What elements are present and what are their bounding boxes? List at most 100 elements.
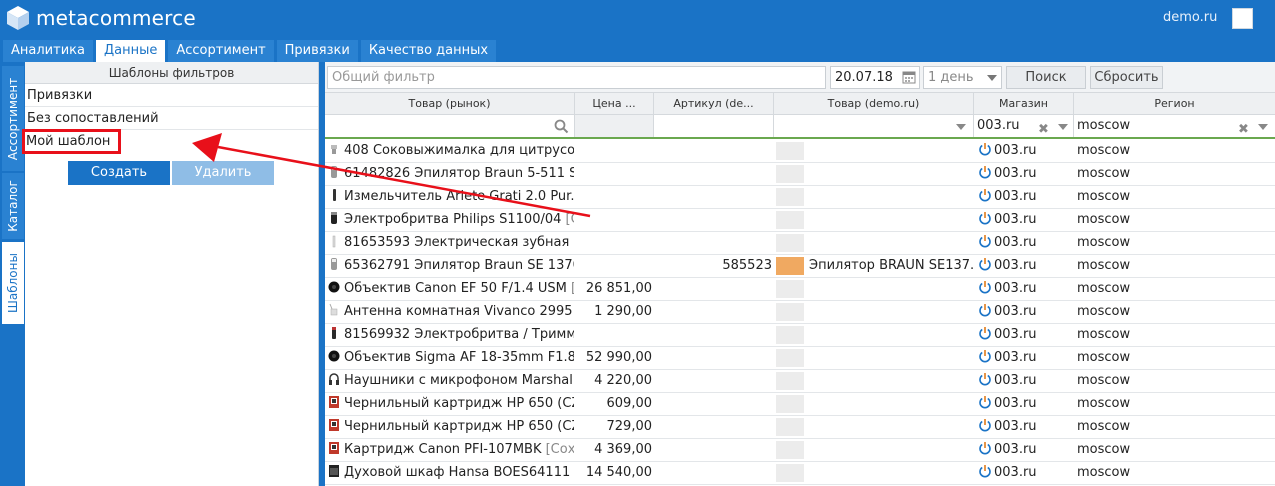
filter-price[interactable]	[575, 115, 654, 137]
table-row[interactable]: Измельчитель Ariete Grati 2.0 Pur... 003.…	[325, 186, 1275, 209]
cell-shop[interactable]: 003.ru	[975, 186, 1073, 208]
cell-image[interactable]	[776, 324, 804, 346]
vtab-templates[interactable]: Шаблоны	[2, 242, 24, 324]
table-row[interactable]: 61482826 Эпилятор Braun 5-511 Sil... 003.…	[325, 163, 1275, 186]
cell-demo-product[interactable]	[807, 301, 973, 323]
vtab-catalog[interactable]: Каталог	[2, 173, 24, 239]
cell-image[interactable]	[776, 439, 804, 461]
search-icon[interactable]	[554, 119, 569, 134]
filter-sku[interactable]	[654, 115, 774, 137]
cell-image[interactable]	[776, 393, 804, 415]
filter-demo-product[interactable]	[774, 115, 974, 137]
cell-demo-product[interactable]	[807, 347, 973, 369]
col-header-region[interactable]: Регион	[1074, 93, 1275, 115]
cell-demo-product[interactable]	[807, 209, 973, 231]
cell-image[interactable]	[776, 278, 804, 300]
cell-image[interactable]	[776, 209, 804, 231]
cell-shop[interactable]: 003.ru	[975, 462, 1073, 484]
table-row[interactable]: Наушники с микрофоном Marshall... 4 220,0…	[325, 370, 1275, 393]
cell-shop[interactable]: 003.ru	[975, 301, 1073, 323]
cell-image[interactable]	[776, 347, 804, 369]
cell-shop[interactable]: 003.ru	[975, 439, 1073, 461]
cell-shop[interactable]: 003.ru	[975, 255, 1073, 277]
cell-shop[interactable]: 003.ru	[975, 324, 1073, 346]
filter-market-product[interactable]	[325, 115, 575, 137]
cell-shop[interactable]: 003.ru	[975, 163, 1073, 185]
col-header-market-product[interactable]: Товар (рынок)	[325, 93, 575, 115]
cell-market-product[interactable]: 408 Соковыжималка для цитрусов...	[325, 140, 574, 162]
tab-analytics[interactable]: Аналитика	[3, 40, 93, 62]
cell-image[interactable]	[776, 462, 804, 484]
cell-market-product[interactable]: Духовой шкаф Hansa BOES64111 [...	[325, 462, 574, 484]
cell-market-product[interactable]: Антенна комнатная Vivanco 29951...	[325, 301, 574, 323]
tab-bindings[interactable]: Привязки	[276, 40, 358, 62]
table-row[interactable]: Объектив Sigma AF 18-35mm F1.8 ... 52 990…	[325, 347, 1275, 370]
date-picker[interactable]: 20.07.18	[830, 66, 920, 89]
template-item-bindings[interactable]: Привязки	[25, 84, 318, 107]
cell-shop[interactable]: 003.ru	[975, 278, 1073, 300]
filter-region[interactable]: moscow ✖	[1074, 115, 1275, 137]
col-header-sku[interactable]: Артикул (de...	[654, 93, 774, 115]
col-header-demo-product[interactable]: Товар (demo.ru)	[774, 93, 974, 115]
general-filter-input[interactable]: Общий фильтр	[327, 66, 826, 89]
template-item-my-template[interactable]: Мой шаблон	[22, 129, 121, 154]
table-row[interactable]: Картридж Canon PFI-107MBK [Сох... 4 369,0…	[325, 439, 1275, 462]
clear-icon[interactable]: ✖	[1038, 119, 1049, 141]
cell-demo-product[interactable]	[807, 370, 973, 392]
cell-market-product[interactable]: 61482826 Эпилятор Braun 5-511 Sil...	[325, 163, 574, 185]
template-item-no-matches[interactable]: Без сопоставлений	[25, 107, 318, 130]
col-header-price[interactable]: Цена ...	[575, 93, 654, 115]
vtab-assortment[interactable]: Ассортимент	[2, 66, 24, 171]
cell-market-product[interactable]: 81653593 Электрическая зубная ...	[325, 232, 574, 254]
cell-demo-product[interactable]	[807, 186, 973, 208]
clear-icon[interactable]: ✖	[1238, 119, 1249, 141]
table-row[interactable]: 65362791 Эпилятор Braun SE 1370 ... 58552…	[325, 255, 1275, 278]
cell-image[interactable]	[776, 416, 804, 438]
table-row[interactable]: 81569932 Электробритва / Тримм... 003.ru m…	[325, 324, 1275, 347]
cell-image[interactable]	[776, 301, 804, 323]
search-button[interactable]: Поиск	[1006, 66, 1086, 89]
cell-market-product[interactable]: 81569932 Электробритва / Тримм...	[325, 324, 574, 346]
tab-data-quality[interactable]: Качество данных	[360, 40, 497, 62]
logo[interactable]: metacommerce	[6, 5, 196, 31]
table-row[interactable]: 408 Соковыжималка для цитрусов... 003.ru m…	[325, 140, 1275, 163]
cell-demo-product[interactable]: Эпилятор BRAUN SE137...	[807, 255, 973, 277]
cell-shop[interactable]: 003.ru	[975, 232, 1073, 254]
table-row[interactable]: Чернильный картридж HP 650 (CZ... 609,00 0…	[325, 393, 1275, 416]
filter-shop[interactable]: 003.ru ✖	[974, 115, 1074, 137]
cell-shop[interactable]: 003.ru	[975, 416, 1073, 438]
cell-market-product[interactable]: Чернильный картридж HP 650 (CZ...	[325, 416, 574, 438]
cell-market-product[interactable]: Наушники с микрофоном Marshall...	[325, 370, 574, 392]
table-row[interactable]: 81653593 Электрическая зубная ... 003.ru m…	[325, 232, 1275, 255]
tab-data[interactable]: Данные	[95, 40, 166, 62]
cell-demo-product[interactable]	[807, 416, 973, 438]
tab-assortment[interactable]: Ассортимент	[168, 40, 274, 62]
cell-market-product[interactable]: Измельчитель Ariete Grati 2.0 Pur...	[325, 186, 574, 208]
cell-demo-product[interactable]	[807, 324, 973, 346]
chevron-down-icon[interactable]	[1258, 124, 1268, 130]
cell-demo-product[interactable]	[807, 163, 973, 185]
calendar-icon[interactable]	[902, 70, 916, 84]
delete-template-button[interactable]: Удалить	[172, 161, 274, 185]
cell-shop[interactable]: 003.ru	[975, 370, 1073, 392]
cell-market-product[interactable]: Чернильный картридж HP 650 (CZ...	[325, 393, 574, 415]
cell-market-product[interactable]: Картридж Canon PFI-107MBK [Сох...	[325, 439, 574, 461]
cell-demo-product[interactable]	[807, 439, 973, 461]
cell-image[interactable]	[776, 255, 804, 277]
cell-shop[interactable]: 003.ru	[975, 393, 1073, 415]
cell-demo-product[interactable]	[807, 232, 973, 254]
cell-shop[interactable]: 003.ru	[975, 209, 1073, 231]
col-header-shop[interactable]: Магазин	[974, 93, 1074, 115]
reset-button[interactable]: Сбросить	[1090, 66, 1163, 89]
table-row[interactable]: Электробритва Philips S1100/04 [С... 003.…	[325, 209, 1275, 232]
cell-market-product[interactable]: Объектив Sigma AF 18-35mm F1.8 ...	[325, 347, 574, 369]
user-menu-button[interactable]	[1232, 8, 1253, 29]
chevron-down-icon[interactable]	[1058, 124, 1068, 130]
table-row[interactable]: Духовой шкаф Hansa BOES64111 [... 14 540,…	[325, 462, 1275, 485]
cell-image[interactable]	[776, 140, 804, 162]
cell-image[interactable]	[776, 232, 804, 254]
site-name[interactable]: demo.ru	[1163, 10, 1217, 25]
cell-demo-product[interactable]	[807, 278, 973, 300]
cell-demo-product[interactable]	[807, 140, 973, 162]
cell-market-product[interactable]: Объектив Canon EF 50 F/1.4 USM [...	[325, 278, 574, 300]
